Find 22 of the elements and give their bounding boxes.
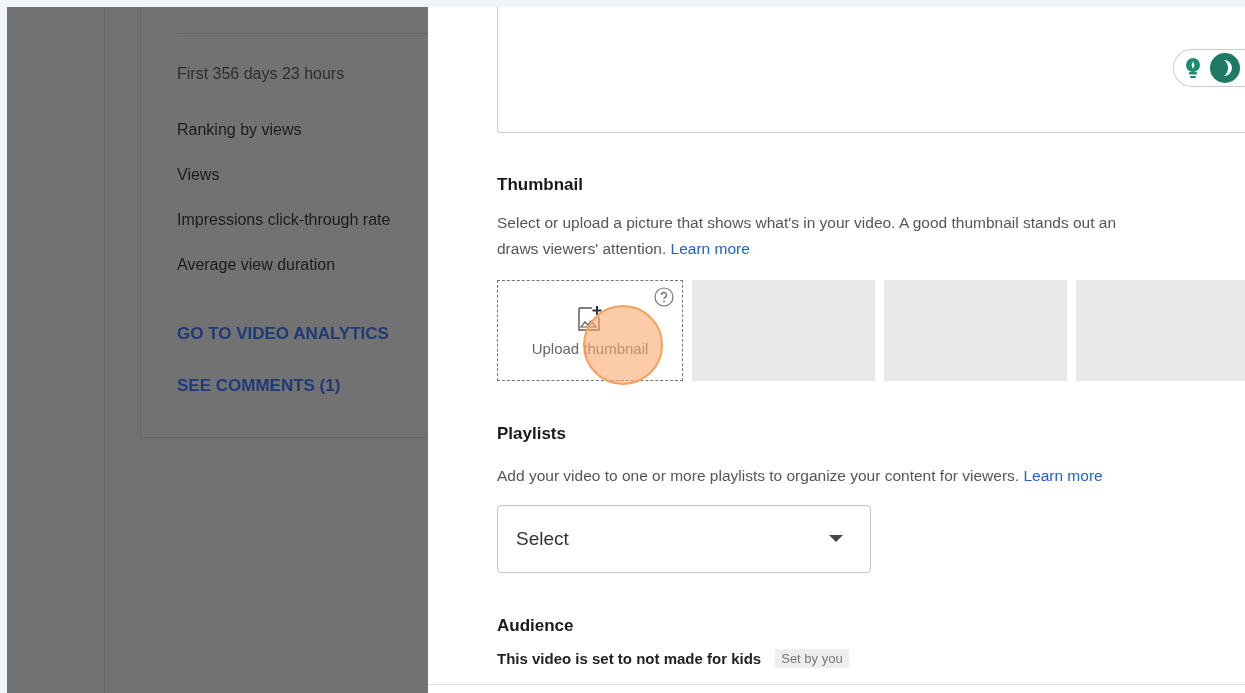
playlist-select[interactable]: Select [497, 505, 871, 573]
description-text: draws viewers' attention. [497, 240, 667, 257]
description-field[interactable] [497, 7, 1245, 133]
lightbulb-icon [1184, 57, 1202, 79]
dropdown-caret-icon [829, 535, 843, 543]
section-title: Playlists [497, 424, 567, 444]
period-label: First 356 days 23 hours [177, 65, 346, 83]
learn-more-link[interactable]: Learn more [1023, 467, 1103, 484]
moon-icon [1210, 53, 1240, 83]
metric-label: Views [177, 166, 221, 184]
section-title: Audience [497, 616, 575, 636]
metric-label: Ranking by views [177, 121, 303, 139]
set-by-you-badge: Set by you [775, 649, 849, 668]
description-text: Add your video to one or more playlists to organize your content for viewers. [497, 467, 1020, 484]
learn-more-link[interactable]: Learn more [670, 240, 750, 257]
description-text: Select or upload a picture that shows what's in your video. A good thumbnail stands out an [497, 213, 1118, 233]
section-title: Thumbnail [497, 175, 584, 195]
metric-label: Average view duration [177, 256, 337, 274]
metric-label: Impressions click-through rate [177, 211, 392, 229]
audience-status: This video is set to not made for kids [497, 650, 762, 667]
add-image-icon [576, 304, 604, 332]
help-icon [654, 287, 674, 307]
